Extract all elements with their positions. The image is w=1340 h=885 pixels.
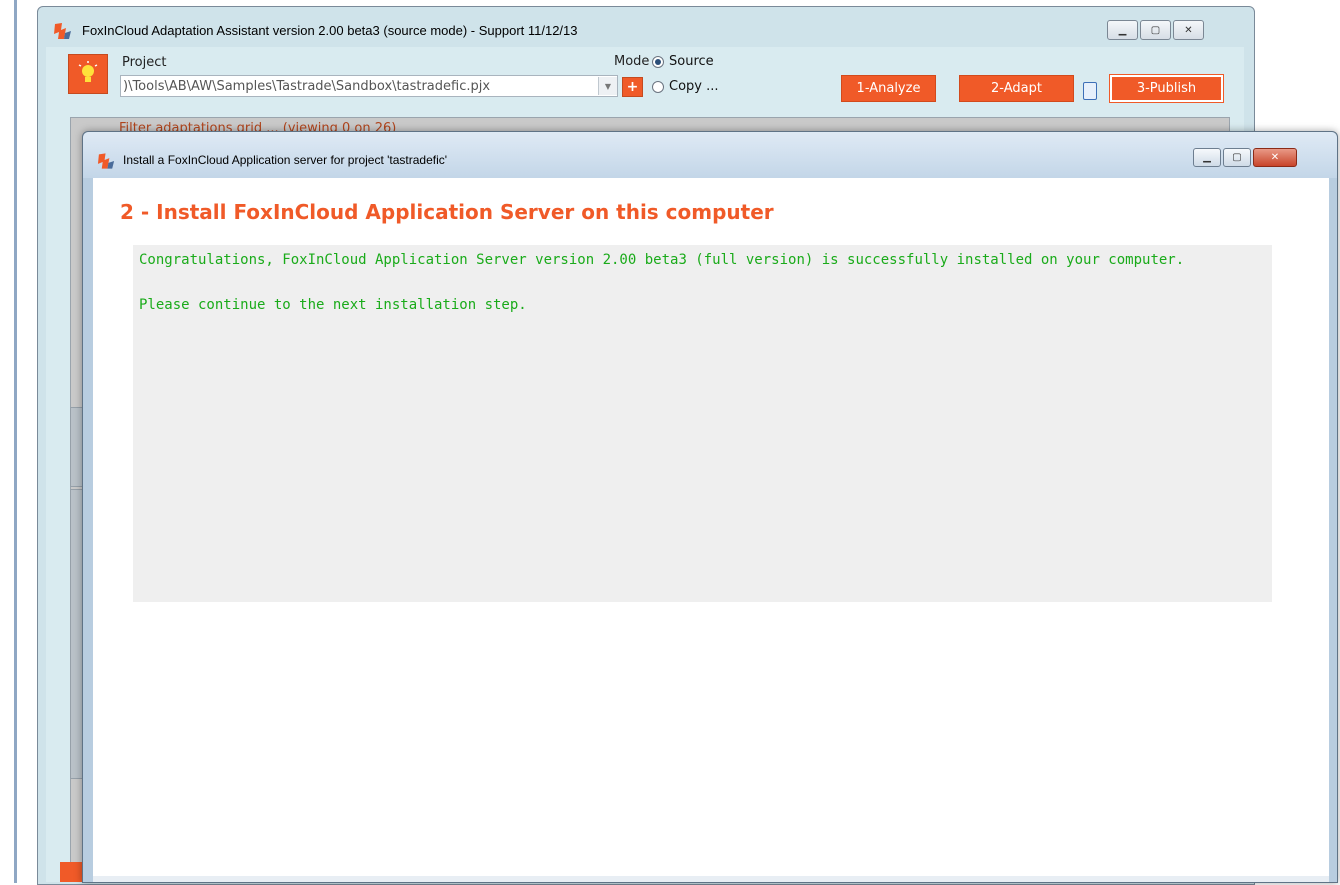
mode-copy-radio[interactable]: Copy ... [652,79,719,94]
dialog-bottom-bar [93,876,1329,882]
main-titlebar[interactable]: FoxInCloud Adaptation Assistant version … [38,7,1254,47]
adapt-button[interactable]: 2-Adapt [959,75,1074,102]
lightbulb-button[interactable] [68,54,108,94]
document-icon[interactable] [1083,82,1097,100]
mode-source-label: Source [669,54,714,69]
dialog-heading: 2 - Install FoxInCloud Application Serve… [120,200,774,224]
publish-button[interactable]: 3-Publish [1109,74,1224,103]
dialog-caption-buttons: ▁ ▢ ✕ [1193,148,1297,167]
dialog-title: Install a FoxInCloud Application server … [123,153,448,167]
dialog-titlebar[interactable]: Install a FoxInCloud Application server … [83,132,1337,178]
success-message: Congratulations, FoxInCloud Application … [139,252,1185,268]
foxincloud-app-icon [54,23,71,39]
close-icon[interactable]: ✕ [1253,148,1297,167]
mode-copy-label: Copy ... [669,79,719,94]
project-path-value: )\Tools\AB\AW\Samples\Tastrade\Sandbox\t… [123,78,491,94]
desktop-left-strip [0,0,22,883]
radio-selected-icon [652,55,664,68]
lightbulb-icon [78,61,98,82]
minimize-icon[interactable]: ▁ [1107,20,1138,40]
close-icon[interactable]: ✕ [1173,20,1204,40]
maximize-icon[interactable]: ▢ [1223,148,1251,167]
dropdown-arrow-icon[interactable]: ▼ [598,77,617,95]
next-step-message: Please continue to the next installation… [139,297,527,313]
main-caption-buttons: ▁ ▢ ✕ [1107,20,1204,40]
install-dialog: Install a FoxInCloud Application server … [82,131,1338,883]
message-panel: Congratulations, FoxInCloud Application … [133,245,1272,602]
project-label: Project [122,55,167,70]
main-window-title: FoxInCloud Adaptation Assistant version … [82,23,578,38]
project-path-combobox[interactable]: )\Tools\AB\AW\Samples\Tastrade\Sandbox\t… [120,75,618,97]
foxincloud-app-icon [97,153,115,169]
minimize-icon[interactable]: ▁ [1193,148,1221,167]
dialog-content: 2 - Install FoxInCloud Application Serve… [93,178,1329,882]
mode-source-radio[interactable]: Source [652,54,714,69]
maximize-icon[interactable]: ▢ [1140,20,1171,40]
radio-unselected-icon [652,80,664,93]
mode-label: Mode [614,54,650,69]
add-project-button[interactable]: + [622,77,643,97]
analyze-button[interactable]: 1-Analyze [841,75,936,102]
